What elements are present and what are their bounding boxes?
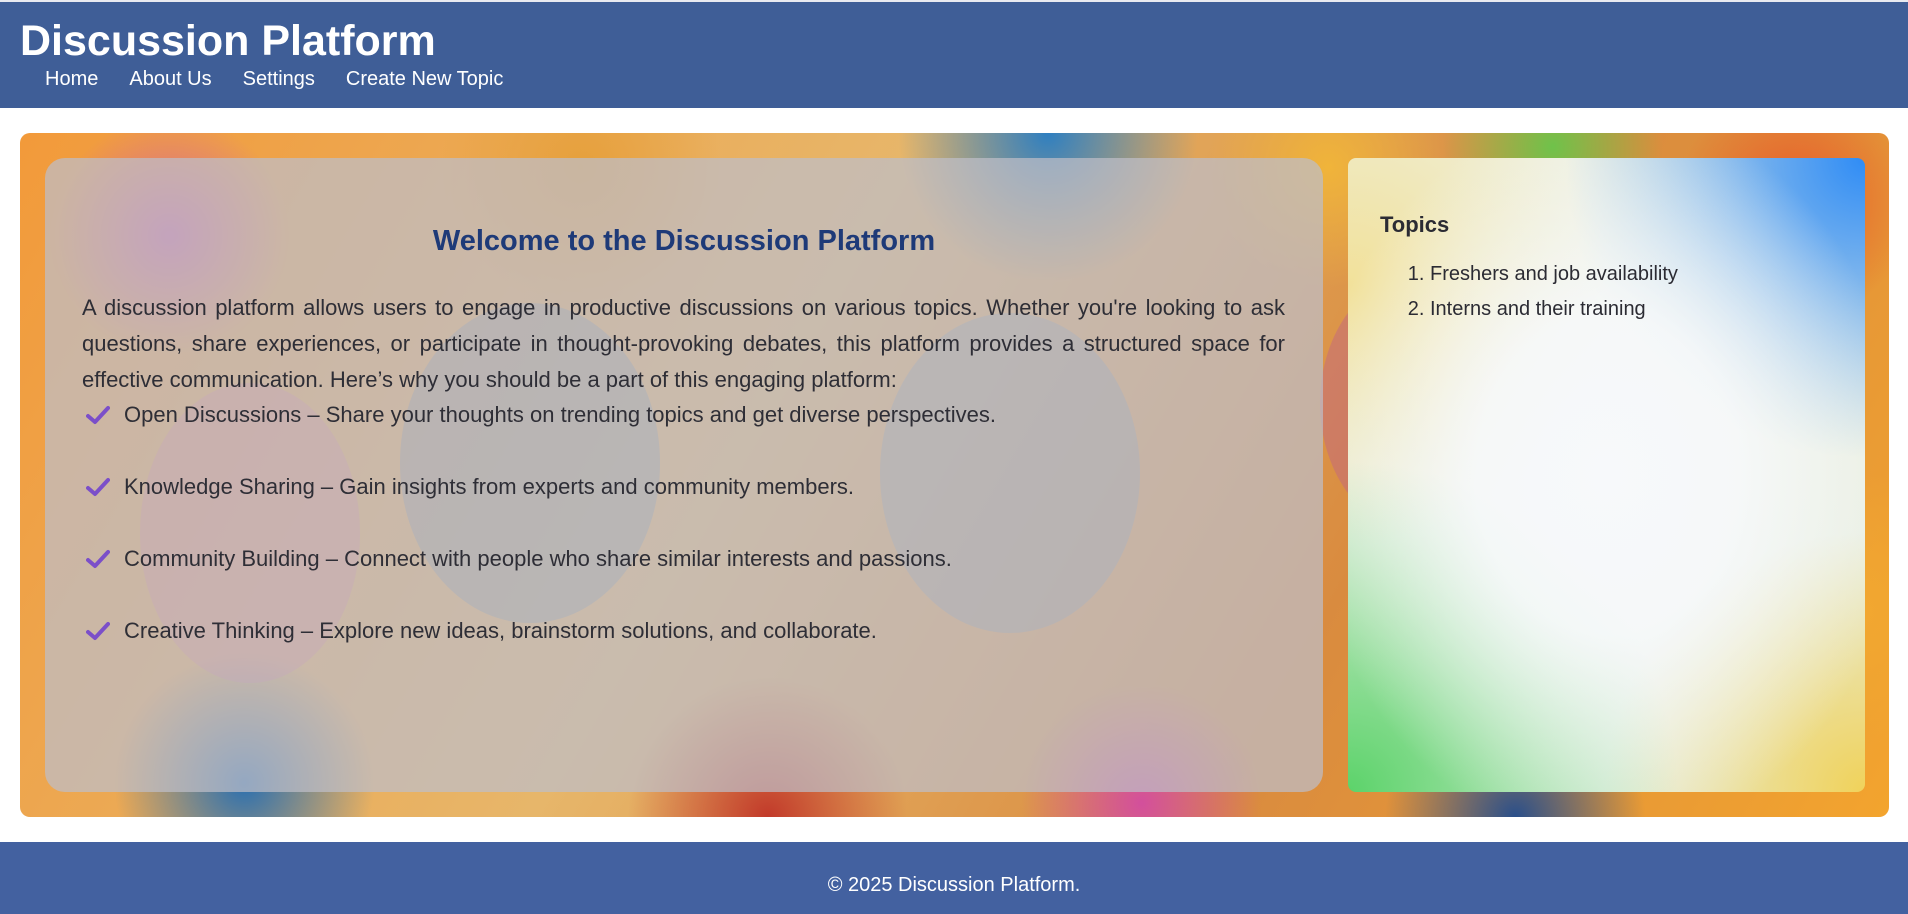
feature-text: Creative Thinking – Explore new ideas, b… bbox=[124, 618, 877, 643]
topic-link[interactable]: Freshers and job availability bbox=[1430, 263, 1678, 285]
nav-settings[interactable]: Settings bbox=[243, 68, 315, 91]
topics-list: Freshers and job availability Interns an… bbox=[1380, 258, 1678, 328]
check-icon bbox=[86, 622, 110, 640]
check-icon bbox=[86, 406, 110, 424]
footer-copyright: © 2025 Discussion Platform. bbox=[827, 874, 1081, 896]
topic-item[interactable]: Freshers and job availability bbox=[1430, 258, 1678, 293]
feature-text: Open Discussions – Share your thoughts o… bbox=[124, 402, 996, 427]
welcome-intro: A discussion platform allows users to en… bbox=[82, 295, 1285, 392]
check-icon bbox=[86, 550, 110, 568]
features-list: Open Discussions – Share your thoughts o… bbox=[82, 397, 1285, 685]
nav-create-new-topic[interactable]: Create New Topic bbox=[346, 68, 503, 91]
welcome-title: Welcome to the Discussion Platform bbox=[432, 225, 936, 257]
nav-home[interactable]: Home bbox=[45, 68, 98, 91]
list-item: Knowledge Sharing – Gain insights from e… bbox=[82, 469, 1285, 505]
list-item: Open Discussions – Share your thoughts o… bbox=[82, 397, 1285, 433]
topic-item[interactable]: Interns and their training bbox=[1430, 293, 1678, 328]
feature-text: Community Building – Connect with people… bbox=[124, 546, 952, 571]
feature-text: Knowledge Sharing – Gain insights from e… bbox=[124, 474, 855, 499]
site-title: Discussion Platform bbox=[20, 17, 436, 65]
list-item: Creative Thinking – Explore new ideas, b… bbox=[82, 613, 1285, 649]
main-nav: Home About Us Settings Create New Topic bbox=[45, 68, 534, 91]
site-header: Discussion Platform Home About Us Settin… bbox=[0, 0, 1908, 108]
nav-about-us[interactable]: About Us bbox=[129, 68, 211, 91]
topics-card bbox=[1348, 158, 1865, 792]
topics-title: Topics bbox=[1380, 212, 1450, 237]
topic-link[interactable]: Interns and their training bbox=[1430, 298, 1646, 320]
list-item: Community Building – Connect with people… bbox=[82, 541, 1285, 577]
check-icon bbox=[86, 478, 110, 496]
